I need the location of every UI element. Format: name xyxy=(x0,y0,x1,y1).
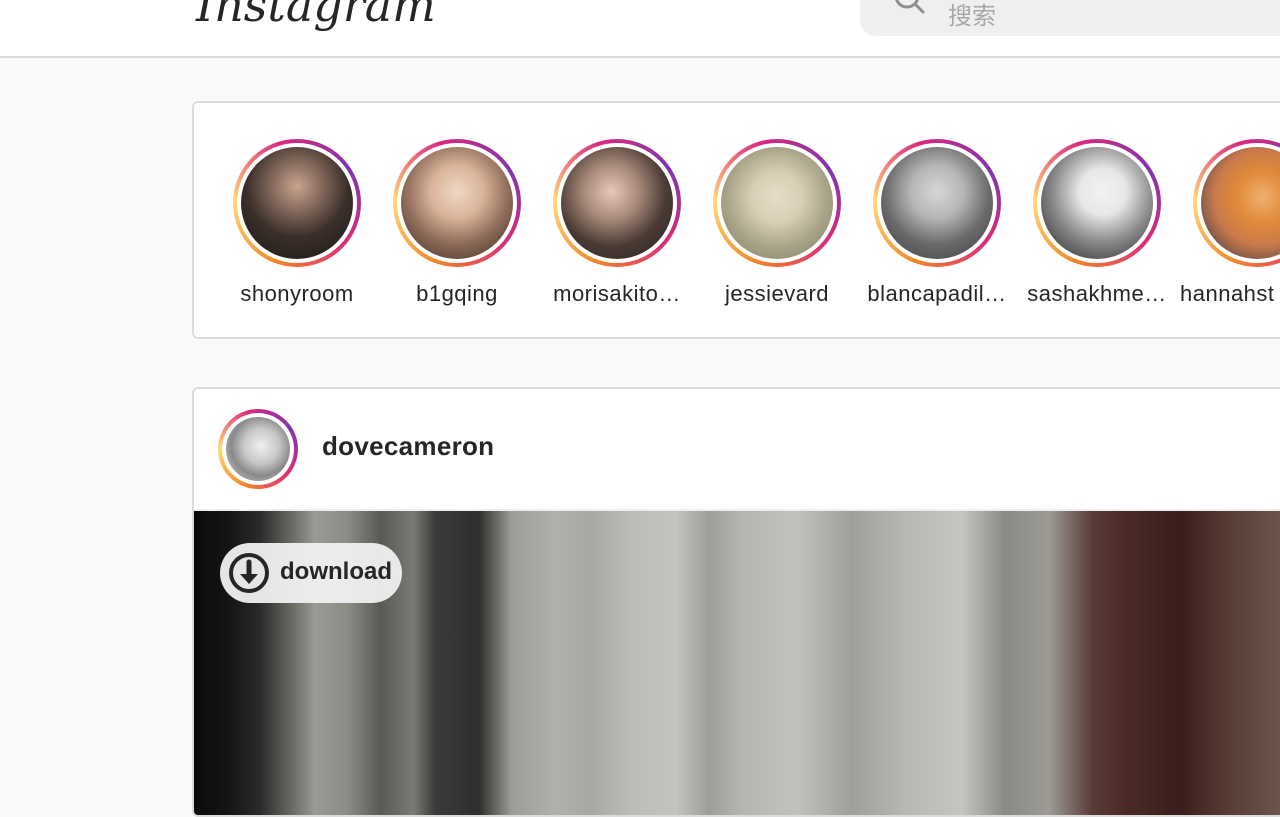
top-navigation-bar: Instagram xyxy=(0,0,1280,58)
story-avatar xyxy=(1201,147,1280,259)
search-icon xyxy=(895,0,925,14)
story-item[interactable]: sashakhme… xyxy=(1022,139,1172,319)
download-label: download xyxy=(280,558,392,585)
story-item[interactable]: hannahst xyxy=(1180,139,1280,319)
story-avatar xyxy=(1041,147,1153,259)
story-item[interactable]: morisakito… xyxy=(542,139,692,319)
avatar xyxy=(226,417,290,481)
post-image[interactable]: download xyxy=(194,511,1280,815)
story-username: jessievard xyxy=(724,281,830,306)
download-button[interactable]: download xyxy=(220,543,402,603)
story-ring xyxy=(1033,139,1161,267)
story-avatar xyxy=(881,147,993,259)
story-avatar xyxy=(401,147,513,259)
story-avatar xyxy=(241,147,353,259)
post-username[interactable]: dovecameron xyxy=(322,431,494,462)
story-avatar xyxy=(561,147,673,259)
story-ring xyxy=(713,139,841,267)
post-avatar-ring[interactable] xyxy=(218,409,298,489)
search-box[interactable] xyxy=(860,0,1280,36)
story-item[interactable]: shonyroom xyxy=(222,139,372,319)
story-ring xyxy=(873,139,1001,267)
story-ring xyxy=(393,139,521,267)
story-ring xyxy=(1193,139,1280,267)
instagram-logo[interactable]: Instagram xyxy=(196,0,436,32)
story-item[interactable]: jessievard xyxy=(702,139,852,319)
story-username: morisakito… xyxy=(553,281,681,306)
story-ring xyxy=(553,139,681,267)
story-username: sashakhme… xyxy=(1027,281,1167,306)
search-input[interactable] xyxy=(948,0,1248,32)
story-username: blancapadil… xyxy=(867,281,1007,306)
stories-tray: shonyroom b1gqing morisakito… jessievard xyxy=(192,101,1280,339)
story-username: shonyroom xyxy=(240,281,354,306)
story-username: hannahst xyxy=(1180,281,1275,306)
feed-post: dovecameron download xyxy=(192,387,1280,817)
story-ring xyxy=(233,139,361,267)
story-username: b1gqing xyxy=(416,281,498,306)
story-avatar xyxy=(721,147,833,259)
post-header: dovecameron xyxy=(194,389,1280,511)
story-item[interactable]: blancapadil… xyxy=(862,139,1012,319)
download-icon xyxy=(229,553,269,593)
story-item[interactable]: b1gqing xyxy=(382,139,532,319)
